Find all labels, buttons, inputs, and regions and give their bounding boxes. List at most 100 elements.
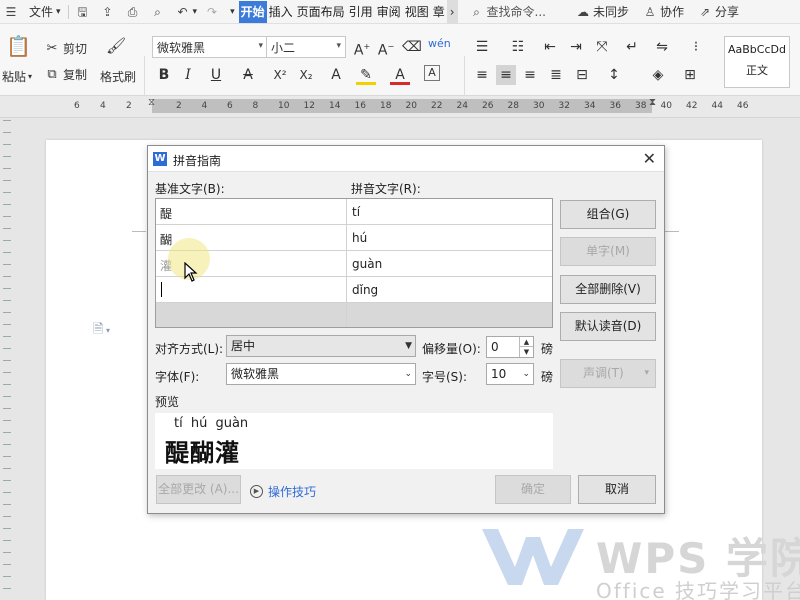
undo-icon: ↶ <box>177 4 188 19</box>
pinyin-text-cell[interactable]: hú <box>352 231 367 245</box>
font-name-select[interactable]: 微软雅黑 ▾ <box>152 36 268 58</box>
format-painter-button[interactable]: 格式刷 <box>100 68 136 85</box>
sort-icon[interactable]: ⇋ <box>652 37 672 57</box>
justify-icon[interactable]: ≣ <box>546 65 566 85</box>
file-menu[interactable]: 文件 ▾ <box>25 0 65 24</box>
single-char-button[interactable]: 单字(M) <box>560 237 656 266</box>
italic-icon[interactable]: I <box>178 65 198 85</box>
print-preview-button[interactable]: ⌕ <box>147 0 172 24</box>
stepper-down-icon[interactable]: ▼ <box>519 347 533 357</box>
ruler[interactable]: 6 4 2 2 4 6 8 10 12 14 16 18 20 22 24 26 28 30 32 34 36 38 40 4… <box>0 96 800 118</box>
grow-font-button[interactable]: A+ <box>352 37 372 59</box>
decrease-indent-icon[interactable]: ⇤ <box>540 37 560 57</box>
change-all-button[interactable]: 全部更改 (A)... <box>156 475 241 504</box>
increase-indent-icon[interactable]: ⇥ <box>566 37 586 57</box>
tips-link[interactable]: ▶ 操作技巧 <box>250 483 316 500</box>
tabs-scroll-button[interactable]: › <box>446 0 458 24</box>
dialog-title-bar[interactable]: W 拼音指南 ✕ <box>148 146 664 172</box>
cancel-button[interactable]: 取消 <box>578 475 656 504</box>
base-text-cell[interactable]: 醍 <box>160 205 172 222</box>
tab-review[interactable]: 审阅 <box>375 1 403 23</box>
tab-insert[interactable]: 插入 <box>267 1 295 23</box>
subscript-icon[interactable]: X₂ <box>296 65 316 85</box>
collab-button[interactable]: ♙ 协作 <box>639 0 688 24</box>
clear-format-icon[interactable]: ⌫ <box>402 37 422 57</box>
preview-pinyin: tí hú guàn <box>174 416 249 431</box>
superscript-icon[interactable]: X² <box>270 65 290 85</box>
paste-button[interactable]: 📋 <box>6 36 31 62</box>
redo-button[interactable]: ↷ <box>201 0 226 24</box>
tone-button[interactable]: 声调(T) ▾ <box>560 359 656 388</box>
tab-references[interactable]: 引用 <box>347 1 375 23</box>
lines-icon[interactable]: ⁝ <box>686 37 706 57</box>
save-button[interactable]: 🖫 <box>72 0 97 24</box>
group-button[interactable]: 组合(G) <box>560 200 656 229</box>
menu-bar: ☰ 文件 ▾ 🖫 ⇪ ⎙ ⌕ ↶ ▾ ↷ ▾ 开始 插入 页面布局 引用 审阅 视图… <box>0 0 800 24</box>
align-center-icon[interactable]: ≡ <box>496 65 516 85</box>
more-button[interactable]: ▾ <box>226 0 239 24</box>
default-reading-button[interactable]: 默认读音(D) <box>560 312 656 341</box>
ruler-tick <box>3 492 11 493</box>
shading-icon[interactable]: ◈ <box>648 65 668 85</box>
bullet-list-icon[interactable]: ☰ <box>472 37 492 57</box>
grid-row: 灌 guàn <box>156 251 552 277</box>
ruler-number: 40 <box>660 101 672 111</box>
format-painter-icon-button[interactable]: 🖌 <box>106 38 129 54</box>
font-color-icon[interactable]: A <box>390 65 410 85</box>
font-size-select[interactable]: 小二 ▾ <box>266 36 346 58</box>
tab-page-layout[interactable]: 页面布局 <box>295 1 347 23</box>
clear-all-button[interactable]: 全部删除(V) <box>560 275 656 304</box>
font-select[interactable]: 微软雅黑 ⌄ <box>226 363 416 385</box>
show-marks-icon[interactable]: ↵ <box>622 37 642 57</box>
size-select[interactable]: 10 ⌄ <box>486 363 534 385</box>
bold-icon[interactable]: B <box>154 65 174 85</box>
style-normal[interactable]: AaBbCcDd 正文 <box>724 36 790 88</box>
ruler-number: 38 <box>635 101 647 111</box>
text-effect-icon[interactable]: A <box>326 65 346 85</box>
offset-stepper[interactable]: 0 ▲ ▼ <box>486 336 534 358</box>
ruler-number: 26 <box>482 101 494 111</box>
indent-marker-icon[interactable]: ⧖ <box>148 97 155 108</box>
pinyin-text-cell[interactable]: dǐng <box>352 283 378 297</box>
pinyin-guide-icon[interactable]: wén <box>428 34 451 54</box>
stepper-up-icon[interactable]: ▲ <box>519 337 533 347</box>
char-border-icon[interactable]: A <box>424 65 440 81</box>
hamburger-menu[interactable]: ☰ <box>0 0 25 24</box>
tab-home[interactable]: 开始 <box>238 0 267 23</box>
ruler-number: 18 <box>380 101 392 111</box>
grid-empty-row <box>156 303 552 327</box>
chinese-layout-icon[interactable]: ⤧ <box>592 37 612 57</box>
align-right-icon[interactable]: ≡ <box>520 65 540 85</box>
paste-label-button[interactable]: 粘贴 ▾ <box>2 68 32 85</box>
export-button[interactable]: ⇪ <box>97 0 122 24</box>
pinyin-text-cell[interactable]: guàn <box>352 257 382 271</box>
borders-icon[interactable]: ⊞ <box>680 65 700 85</box>
distribute-icon[interactable]: ⊟ <box>572 65 592 85</box>
ruler-number: 44 <box>711 101 723 111</box>
shrink-font-button[interactable]: A− <box>376 37 396 59</box>
print-button[interactable]: ⎙ <box>122 0 147 24</box>
underline-icon[interactable]: U <box>206 65 226 85</box>
sync-button[interactable]: ☁ 未同步 <box>572 0 633 24</box>
base-text-cell[interactable]: 醐 <box>160 231 172 248</box>
line-spacing-icon[interactable]: ↕ <box>604 65 624 85</box>
numbered-list-icon[interactable]: ☷ <box>508 37 528 57</box>
share-button[interactable]: ⇗ 分享 <box>694 0 743 24</box>
tab-view[interactable]: 视图 <box>403 1 431 23</box>
alignment-select[interactable]: 居中 ▼ <box>226 335 416 357</box>
paragraph-handle-icon[interactable]: 🗎 ▾ <box>93 320 110 342</box>
copy-button[interactable]: ⧉ 复制 <box>44 66 87 83</box>
close-icon[interactable]: ✕ <box>643 149 656 168</box>
cut-button[interactable]: ✂ 剪切 <box>44 40 87 57</box>
right-indent-marker-icon[interactable]: ⧗ <box>649 97 656 108</box>
strikethrough-icon[interactable]: A <box>238 65 258 85</box>
align-left-icon[interactable]: ≡ <box>472 65 492 85</box>
command-search[interactable]: ⌕ 查找命令... <box>470 3 546 20</box>
undo-button[interactable]: ↶ ▾ <box>172 0 202 24</box>
chevron-down-icon: ▾ <box>644 368 649 378</box>
highlight-icon[interactable]: ✎ <box>356 65 376 85</box>
ruler-tick <box>3 396 11 397</box>
pinyin-text-cell[interactable]: tí <box>352 205 360 219</box>
tab-chapter[interactable]: 章 <box>431 1 447 23</box>
ok-button[interactable]: 确定 <box>495 475 571 504</box>
